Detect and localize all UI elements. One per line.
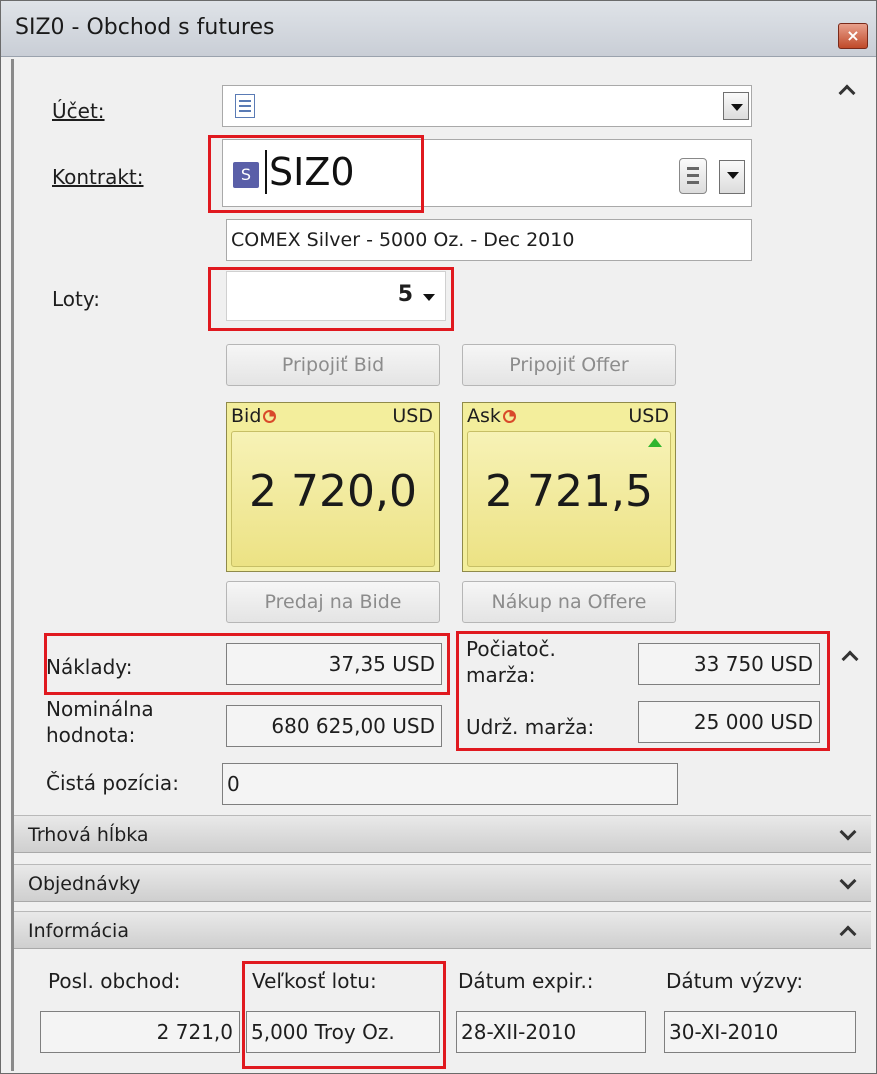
bid-currency: USD: [392, 405, 433, 427]
expiry-label: Dátum expir.:: [458, 969, 594, 993]
collapse-info-icon: [839, 925, 857, 943]
account-document-icon: [235, 94, 255, 118]
bid-clock-icon: [263, 410, 277, 423]
ask-quote-tile[interactable]: Ask USD 2 721,5: [462, 402, 676, 572]
last-trade-label: Posl. obchod:: [48, 969, 181, 993]
contract-description: COMEX Silver - 5000 Oz. - Dec 2010: [226, 219, 752, 261]
margins-highlight: [456, 631, 830, 751]
last-trade-value: 2 721,0: [40, 1011, 240, 1053]
info-title: Informácia: [28, 920, 129, 942]
expand-market-depth-icon: [839, 823, 857, 841]
contract-lookup-icon[interactable]: [679, 158, 707, 194]
title-bar[interactable]: SIZ0 - Obchod s futures ×: [1, 1, 876, 57]
lots-highlight: [208, 267, 454, 331]
net-position-value: 0: [222, 763, 678, 805]
nominal-label-line1: Nominálna: [46, 697, 154, 721]
section-info[interactable]: Informácia: [14, 911, 871, 949]
net-position-label: Čistá pozícia:: [46, 771, 179, 795]
bid-price-box[interactable]: 2 720,0: [231, 431, 435, 567]
contract-label: Kontrakt:: [52, 165, 144, 189]
join-offer-button[interactable]: Pripojiť Offer: [462, 344, 676, 386]
contract-highlight: [208, 135, 424, 213]
market-depth-title: Trhová hĺbka: [28, 824, 149, 846]
section-orders[interactable]: Objednávky: [14, 864, 871, 902]
lot-size-highlight: [242, 961, 446, 1069]
call-date-label: Dátum výzvy:: [666, 969, 804, 993]
bid-quote-tile[interactable]: Bid USD 2 720,0: [226, 402, 440, 572]
contract-description-text: COMEX Silver - 5000 Oz. - Dec 2010: [231, 229, 575, 251]
ask-label: Ask: [467, 405, 501, 427]
account-select[interactable]: [222, 85, 752, 127]
futures-trade-window: SIZ0 - Obchod s futures × Účet: Kontrakt…: [0, 0, 877, 1074]
expand-orders-icon: [839, 872, 857, 890]
sell-bid-button[interactable]: Predaj na Bide: [226, 581, 440, 623]
contract-dropdown-arrow-icon[interactable]: [719, 160, 745, 194]
expiry-value: 28-XII-2010: [456, 1011, 646, 1053]
ask-currency: USD: [628, 405, 669, 427]
collapse-order-chevron-icon[interactable]: [838, 84, 856, 102]
ask-clock-icon: [502, 410, 516, 423]
collapse-costs-chevron-icon[interactable]: [841, 650, 859, 668]
costs-highlight: [44, 633, 450, 695]
call-date-value: 30-XI-2010: [664, 1011, 856, 1053]
nominal-label-line2: hodnota:: [46, 723, 136, 747]
uptick-arrow-icon: [648, 438, 662, 447]
bid-price: 2 720,0: [249, 466, 417, 517]
ask-price-box[interactable]: 2 721,5: [467, 431, 671, 567]
close-button[interactable]: ×: [838, 23, 868, 49]
nominal-value: 680 625,00 USD: [226, 705, 442, 747]
account-label: Účet:: [52, 99, 105, 123]
join-bid-button[interactable]: Pripojiť Bid: [226, 344, 440, 386]
ask-price: 2 721,5: [485, 466, 653, 517]
orders-title: Objednávky: [28, 873, 141, 895]
buy-offer-button[interactable]: Nákup na Offere: [462, 581, 676, 623]
account-dropdown-arrow-icon[interactable]: [723, 92, 749, 120]
info-content: Posl. obchod: 2 721,0 Veľkosť lotu: 5,00…: [14, 949, 871, 1069]
window-title: SIZ0 - Obchod s futures: [15, 15, 275, 40]
section-market-depth[interactable]: Trhová hĺbka: [14, 815, 871, 853]
bid-label: Bid: [231, 405, 262, 427]
lots-label: Loty:: [52, 287, 100, 311]
